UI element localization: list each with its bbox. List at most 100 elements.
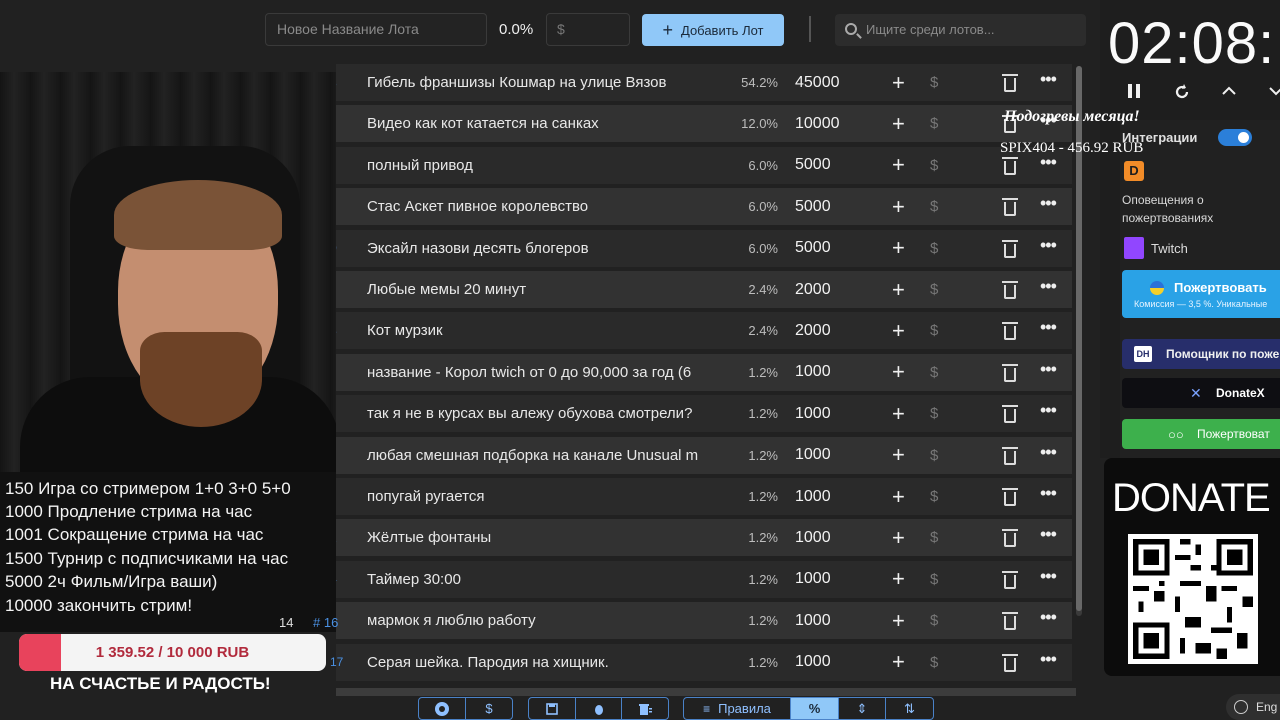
- more-options-icon[interactable]: •••: [1040, 650, 1057, 668]
- add-to-lot-icon[interactable]: +: [892, 237, 905, 259]
- trash-icon[interactable]: [1002, 653, 1018, 672]
- lot-amount-input[interactable]: $: [546, 13, 630, 46]
- more-options-icon[interactable]: •••: [1040, 277, 1057, 295]
- twitch-label[interactable]: Twitch: [1151, 241, 1188, 256]
- dollar-icon[interactable]: $: [930, 654, 938, 671]
- add-to-lot-icon[interactable]: +: [892, 444, 905, 466]
- donatex-button[interactable]: ✕ DonateX: [1122, 378, 1280, 408]
- lot-name[interactable]: Эксайл назови десять блогеров: [367, 240, 727, 257]
- lot-name[interactable]: так я не в курсах вы алежу обухова смотр…: [367, 405, 727, 422]
- github-icon[interactable]: [419, 698, 466, 719]
- reset-icon[interactable]: [1172, 82, 1192, 108]
- chevron-up-icon[interactable]: [1221, 82, 1237, 105]
- lot-name[interactable]: Таймер 30:00: [367, 571, 727, 588]
- lot-row[interactable]: Любые мемы 20 минут 2.4% 2000 + $ •••: [336, 271, 1072, 308]
- lot-amount[interactable]: 2000: [795, 281, 831, 299]
- add-to-lot-icon[interactable]: +: [892, 319, 905, 342]
- donate-button[interactable]: Пожертвовать Комиссия — 3,5 %. Уникальны…: [1122, 270, 1280, 318]
- dollar-icon[interactable]: $: [930, 157, 938, 174]
- donation-alerts-label[interactable]: Оповещения о пожертвованиях: [1122, 191, 1272, 227]
- bug-icon[interactable]: [576, 698, 622, 719]
- split-icon[interactable]: ⇕: [839, 698, 886, 719]
- lot-name[interactable]: Любые мемы 20 минут: [367, 281, 727, 298]
- lot-name[interactable]: мармок я люблю работу: [367, 612, 727, 629]
- lot-row[interactable]: 0Эксайл назови десять блогеров6.0%5000+$…: [330, 229, 1072, 267]
- lot-amount[interactable]: 5000: [795, 156, 831, 174]
- lot-amount[interactable]: 10000: [795, 115, 840, 133]
- trash-icon[interactable]: [1002, 281, 1018, 299]
- add-to-lot-icon[interactable]: +: [892, 71, 905, 94]
- lot-name[interactable]: Видео как кот катается на санках: [367, 115, 727, 132]
- dollar-icon[interactable]: $: [466, 698, 512, 719]
- dollar-icon[interactable]: $: [930, 198, 938, 215]
- lot-row[interactable]: мармок я люблю работу 1.2% 1000 + $ •••: [336, 602, 1072, 640]
- trash-icon[interactable]: [1002, 363, 1018, 382]
- donation-helper-button[interactable]: DH Помощник по поже: [1122, 339, 1280, 369]
- more-options-icon[interactable]: •••: [1040, 236, 1057, 254]
- more-options-icon[interactable]: •••: [1040, 608, 1057, 626]
- percent-toggle-button[interactable]: %: [791, 698, 839, 719]
- clear-list-icon[interactable]: [622, 698, 668, 719]
- add-lot-button[interactable]: + Добавить Лот: [642, 14, 784, 46]
- trash-icon[interactable]: [1002, 322, 1018, 341]
- add-to-lot-icon[interactable]: +: [892, 112, 905, 135]
- lot-amount[interactable]: 1000: [795, 612, 831, 630]
- more-options-icon[interactable]: •••: [1040, 484, 1057, 502]
- chevron-down-icon[interactable]: [1268, 82, 1280, 105]
- rules-button[interactable]: ≡ Правила: [684, 698, 791, 719]
- lot-amount[interactable]: 1000: [795, 405, 831, 423]
- trash-icon[interactable]: [1002, 405, 1018, 424]
- dollar-icon[interactable]: $: [930, 571, 938, 588]
- trash-icon[interactable]: [1002, 74, 1018, 92]
- trash-icon[interactable]: [1002, 529, 1018, 548]
- more-options-icon[interactable]: •••: [1040, 567, 1057, 585]
- more-options-icon[interactable]: •••: [1040, 443, 1057, 461]
- add-to-lot-icon[interactable]: +: [892, 361, 905, 383]
- lot-row[interactable]: Стас Аскет пивное королевство 6.0% 5000 + $ •…: [336, 188, 1072, 226]
- add-to-lot-icon[interactable]: +: [892, 526, 905, 549]
- more-options-icon[interactable]: •••: [1040, 194, 1057, 212]
- dollar-icon[interactable]: $: [930, 240, 938, 257]
- add-to-lot-icon[interactable]: +: [892, 154, 905, 176]
- lot-row[interactable]: так я не в курсах вы алежу обухова смотр…: [336, 395, 1072, 433]
- lot-row[interactable]: название - Корол twich от 0 до 90,000 за…: [336, 353, 1072, 391]
- more-options-icon[interactable]: •••: [1040, 360, 1057, 378]
- lot-name[interactable]: Жёлтые фонтаны: [367, 529, 727, 546]
- green-donate-button[interactable]: ○○ Пожертвоват: [1122, 419, 1280, 449]
- add-to-lot-icon[interactable]: +: [892, 402, 905, 425]
- more-options-icon[interactable]: •••: [1040, 401, 1057, 419]
- lot-row[interactable]: 2Жёлтые фонтаны1.2%1000+$•••: [330, 519, 1072, 557]
- trash-icon[interactable]: [1002, 488, 1018, 506]
- lot-name[interactable]: полный привод: [367, 157, 727, 174]
- dollar-icon[interactable]: $: [930, 447, 938, 464]
- language-button[interactable]: Eng: [1226, 694, 1280, 720]
- lot-name[interactable]: любая смешная подборка на канале Unusual…: [367, 447, 727, 464]
- more-options-icon[interactable]: •••: [1040, 318, 1057, 336]
- lot-name[interactable]: попугай ругается: [367, 488, 727, 505]
- more-options-icon[interactable]: •••: [1040, 525, 1057, 543]
- lot-name[interactable]: Серая шейка. Пародия на хищник.: [367, 654, 727, 671]
- lot-amount[interactable]: 1000: [795, 446, 831, 464]
- lot-name[interactable]: название - Корол twich от 0 до 90,000 за…: [367, 364, 727, 381]
- lot-row[interactable]: любая смешная подборка на канале Unusual…: [336, 436, 1072, 474]
- integrations-toggle[interactable]: [1218, 129, 1252, 146]
- lot-row[interactable]: Видео как кот катается на санках 12.0% 100…: [336, 105, 1072, 143]
- trash-icon[interactable]: [1002, 156, 1018, 175]
- dollar-icon[interactable]: $: [930, 281, 938, 298]
- lot-name[interactable]: Гибель франшизы Кошмар на улице Вязов: [367, 74, 727, 91]
- add-to-lot-icon[interactable]: +: [892, 609, 905, 632]
- lot-name-input[interactable]: Новое Название Лота: [265, 13, 487, 46]
- dollar-icon[interactable]: $: [930, 488, 938, 505]
- trash-icon[interactable]: [1002, 239, 1018, 258]
- add-to-lot-icon[interactable]: +: [892, 195, 905, 218]
- dollar-icon[interactable]: $: [930, 612, 938, 629]
- trash-icon[interactable]: [1002, 446, 1018, 465]
- lot-amount[interactable]: 2000: [795, 322, 831, 340]
- dollar-icon[interactable]: $: [930, 529, 938, 546]
- sort-icon[interactable]: ⇅: [886, 698, 933, 719]
- lot-amount[interactable]: 5000: [795, 239, 831, 257]
- add-to-lot-icon[interactable]: +: [892, 651, 905, 673]
- dollar-icon[interactable]: $: [930, 74, 938, 91]
- trash-icon[interactable]: [1002, 570, 1018, 589]
- dollar-icon[interactable]: $: [930, 405, 938, 422]
